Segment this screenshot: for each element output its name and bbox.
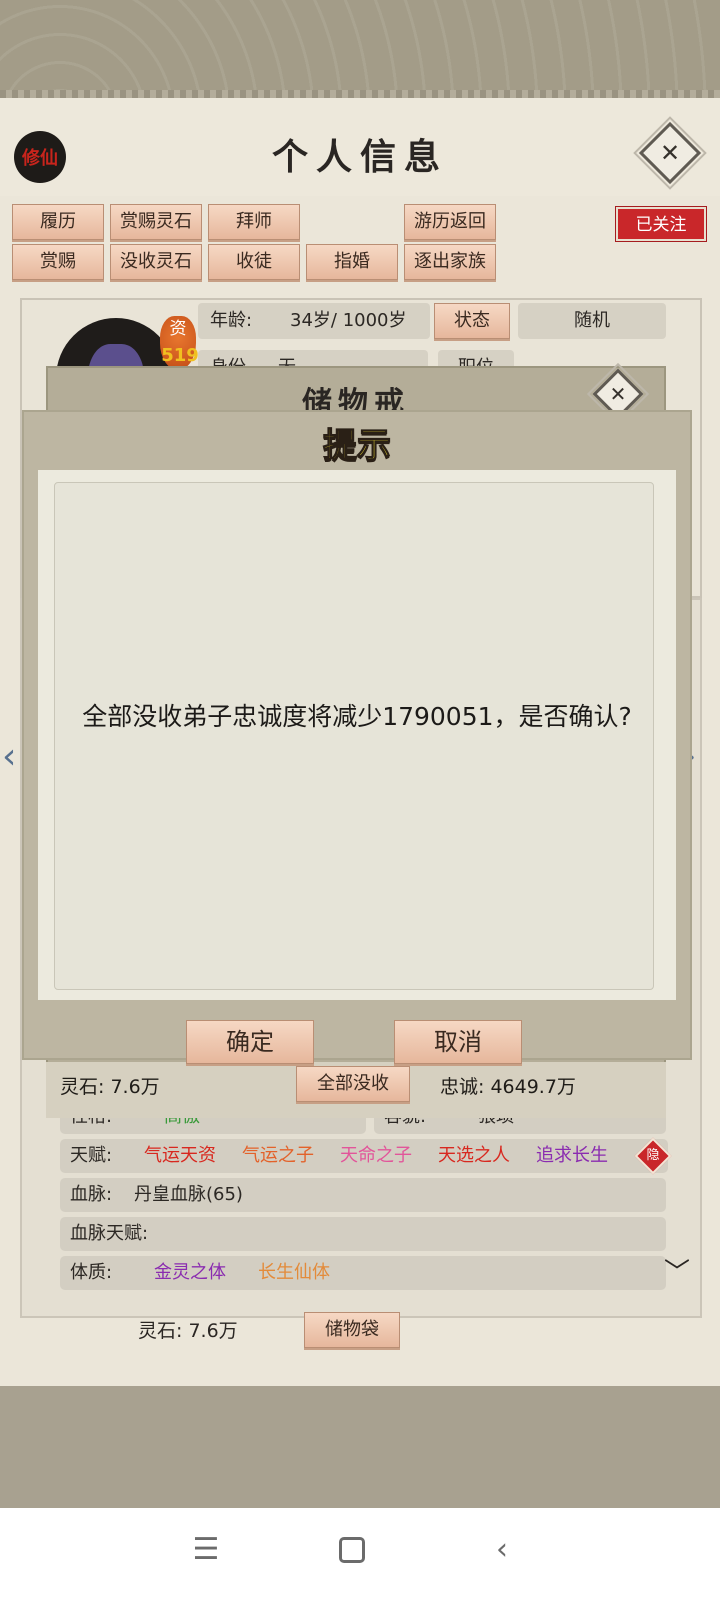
age-value: 34岁/ 1000岁 xyxy=(290,310,407,331)
talent-item[interactable]: 追求长生 xyxy=(536,1139,608,1173)
talent-row: 天赋: 气运天资 气运之子 天命之子 天选之人 追求长生 xyxy=(60,1139,668,1173)
previous-arrow-icon[interactable]: ‹ xyxy=(2,736,16,777)
state-value: 随机 xyxy=(518,303,666,339)
close-icon: ✕ xyxy=(659,139,681,167)
aptitude-value: 519 xyxy=(161,345,199,366)
page-title: 个人信息 xyxy=(271,136,448,178)
age-label: 年龄: xyxy=(210,310,253,331)
menu-icon[interactable]: ☰ xyxy=(186,1530,226,1570)
talent-item[interactable]: 气运之子 xyxy=(242,1139,314,1173)
history-button[interactable]: 履历 xyxy=(12,204,104,240)
confiscate-spirit-stone-button[interactable]: 没收灵石 xyxy=(110,244,202,280)
top-decorative-band xyxy=(0,0,720,98)
age-row: 年龄: 34岁/ 1000岁 xyxy=(198,303,430,339)
followed-badge[interactable]: 已关注 xyxy=(615,206,707,242)
talent-item[interactable]: 天选之人 xyxy=(438,1139,510,1173)
bloodline-label: 血脉: xyxy=(70,1184,113,1205)
confiscate-all-button[interactable]: 全部没收 xyxy=(296,1066,410,1102)
talent-item[interactable]: 气运天资 xyxy=(144,1139,216,1173)
home-icon[interactable] xyxy=(332,1530,372,1570)
state-button[interactable]: 状态 xyxy=(434,303,510,339)
dialog-content-box xyxy=(54,482,654,990)
bloodline-row: 血脉: 丹皇血脉(65) xyxy=(60,1178,666,1212)
expand-chevron-icon[interactable]: ﹀ xyxy=(664,1252,690,1289)
reward-button[interactable]: 赏赐 xyxy=(12,244,104,280)
hidden-badge-label: 隐 xyxy=(646,1148,660,1163)
dialog-message: 全部没收弟子忠诚度将减少1790051，是否确认? xyxy=(82,702,632,731)
bloodline-value: 丹皇血脉(65) xyxy=(134,1184,243,1205)
talent-label: 天赋: xyxy=(70,1145,113,1166)
storage-ring-title: 储物戒 xyxy=(302,386,410,412)
physique-item[interactable]: 长生仙体 xyxy=(258,1256,330,1290)
storage-spirit-stone: 灵石: 7.6万 xyxy=(60,1076,160,1098)
physique-row: 体质: 金灵之体 长生仙体 xyxy=(60,1256,666,1290)
back-icon[interactable]: ‹ xyxy=(482,1530,522,1570)
become-master-button[interactable]: 拜师 xyxy=(208,204,300,240)
storage-bag-button[interactable]: 储物袋 xyxy=(304,1312,400,1348)
dialog-title: 提示 xyxy=(322,425,391,466)
bloodline-talent-label: 血脉天赋: xyxy=(70,1223,149,1244)
take-disciple-button[interactable]: 收徒 xyxy=(208,244,300,280)
physique-label: 体质: xyxy=(70,1262,113,1283)
bottom-spirit-stone: 灵石: 7.6万 xyxy=(138,1320,238,1342)
physique-item[interactable]: 金灵之体 xyxy=(154,1256,226,1290)
talent-item[interactable]: 天命之子 xyxy=(340,1139,412,1173)
confirm-button[interactable]: 确定 xyxy=(186,1020,314,1064)
reward-spirit-stone-button[interactable]: 赏赐灵石 xyxy=(110,204,202,240)
expel-from-clan-button[interactable]: 逐出家族 xyxy=(404,244,496,280)
close-icon: ✕ xyxy=(609,382,627,406)
arrange-marriage-button[interactable]: 指婚 xyxy=(306,244,398,280)
travel-return-button[interactable]: 游历返回 xyxy=(404,204,496,240)
loyalty-value: 忠诚: 4649.7万 xyxy=(440,1076,576,1098)
bloodline-talent-row: 血脉天赋: xyxy=(60,1217,666,1251)
cancel-button[interactable]: 取消 xyxy=(394,1020,522,1064)
